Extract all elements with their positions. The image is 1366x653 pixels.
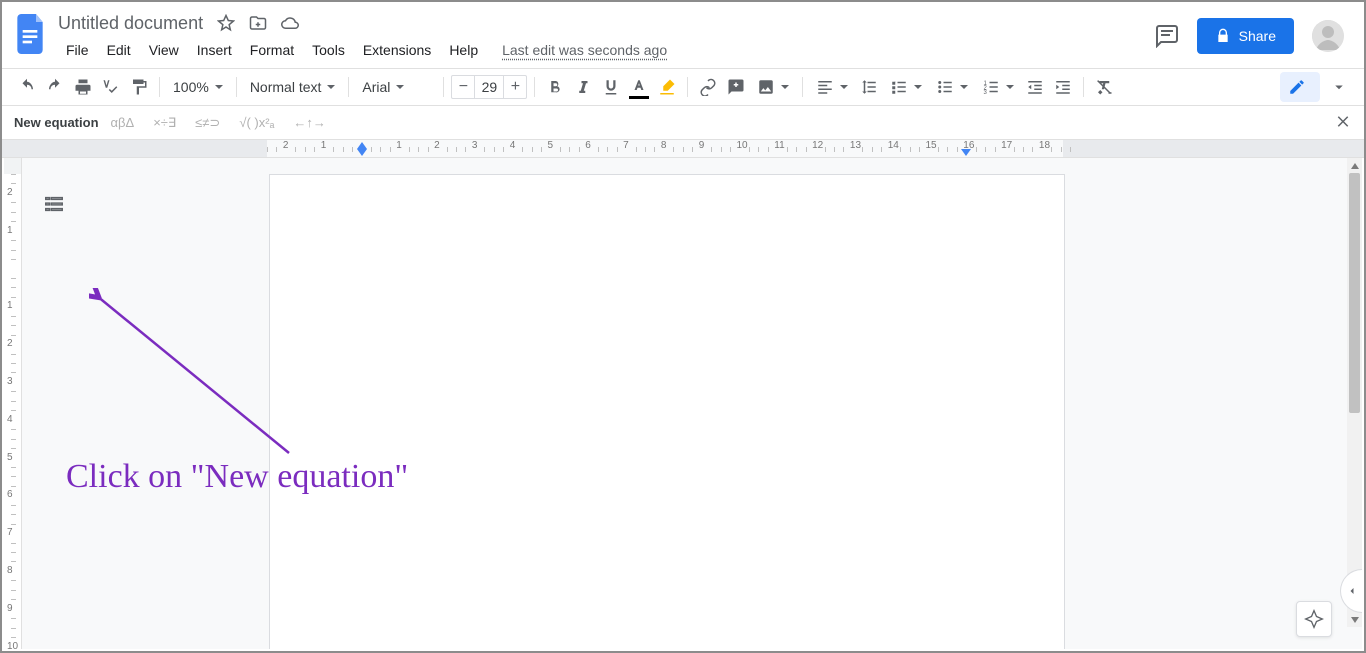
equation-greek-dropdown[interactable]: αβΔ: [107, 113, 142, 132]
show-side-panel-button[interactable]: [1340, 569, 1362, 613]
equation-operators-dropdown[interactable]: ×÷∃: [149, 113, 183, 133]
menu-edit[interactable]: Edit: [99, 38, 139, 62]
add-comment-button[interactable]: [723, 74, 749, 100]
clear-formatting-button[interactable]: [1091, 74, 1117, 100]
horizontal-ruler[interactable]: 21123456789101112131415161718: [2, 140, 1364, 158]
scrollbar-thumb[interactable]: [1349, 173, 1360, 413]
main-toolbar: 100% Normal text Arial − + 123: [2, 68, 1364, 106]
document-page[interactable]: [269, 174, 1065, 649]
decrease-indent-button[interactable]: [1022, 74, 1048, 100]
header-right: Share: [1155, 10, 1352, 54]
document-title[interactable]: Untitled document: [58, 13, 203, 34]
scroll-up-button[interactable]: [1347, 158, 1362, 173]
font-size-increase[interactable]: +: [504, 76, 526, 98]
last-edit-link[interactable]: Last edit was seconds ago: [502, 42, 667, 58]
share-button[interactable]: Share: [1197, 18, 1294, 54]
undo-button[interactable]: [14, 74, 40, 100]
style-value: Normal text: [250, 79, 322, 95]
lock-icon: [1215, 28, 1231, 44]
text-color-button[interactable]: [626, 74, 652, 100]
explore-button[interactable]: [1296, 601, 1332, 637]
font-size-control: − +: [451, 75, 527, 99]
checklist-dropdown[interactable]: [884, 74, 928, 100]
insert-link-button[interactable]: [695, 74, 721, 100]
star-icon[interactable]: [217, 14, 235, 32]
header: Untitled document File Edit View Insert …: [2, 2, 1364, 62]
font-dropdown[interactable]: Arial: [356, 74, 436, 100]
menu-insert[interactable]: Insert: [189, 38, 240, 62]
new-equation-button[interactable]: New equation: [14, 115, 99, 130]
italic-button[interactable]: [570, 74, 596, 100]
show-outline-button[interactable]: [40, 190, 68, 218]
spellcheck-button[interactable]: [98, 74, 124, 100]
zoom-dropdown[interactable]: 100%: [167, 74, 229, 100]
comments-icon[interactable]: [1155, 24, 1179, 48]
paint-format-button[interactable]: [126, 74, 152, 100]
menu-bar: File Edit View Insert Format Tools Exten…: [58, 38, 667, 62]
equation-toolbar: New equation αβΔ ×÷∃ ≤≠⊃ √( )x²ₐ ←↑→: [2, 106, 1364, 140]
svg-text:3: 3: [984, 90, 988, 96]
menu-extensions[interactable]: Extensions: [355, 38, 439, 62]
align-dropdown[interactable]: [810, 74, 854, 100]
highlight-color-button[interactable]: [654, 74, 680, 100]
bulleted-list-dropdown[interactable]: [930, 74, 974, 100]
menu-format[interactable]: Format: [242, 38, 302, 62]
zoom-value: 100%: [173, 79, 209, 95]
docs-logo-icon[interactable]: [14, 10, 50, 58]
equation-relations-dropdown[interactable]: ≤≠⊃: [191, 113, 227, 133]
insert-image-dropdown[interactable]: [751, 74, 795, 100]
account-avatar[interactable]: [1312, 20, 1344, 52]
font-size-input[interactable]: [474, 76, 504, 98]
title-block: Untitled document File Edit View Insert …: [58, 10, 667, 62]
bold-button[interactable]: [542, 74, 568, 100]
editing-mode-dropdown[interactable]: [1280, 72, 1320, 102]
menu-view[interactable]: View: [141, 38, 187, 62]
equation-arrows-dropdown[interactable]: ←↑→: [289, 113, 333, 132]
cloud-status-icon[interactable]: [281, 14, 299, 32]
paragraph-style-dropdown[interactable]: Normal text: [244, 74, 342, 100]
share-label: Share: [1239, 28, 1276, 44]
equation-math-dropdown[interactable]: √( )x²ₐ: [235, 113, 281, 132]
vertical-ruler[interactable]: 2112345678910: [4, 158, 22, 649]
pen-icon: [1288, 78, 1306, 96]
font-value: Arial: [362, 79, 390, 95]
print-button[interactable]: [70, 74, 96, 100]
underline-button[interactable]: [598, 74, 624, 100]
menu-help[interactable]: Help: [441, 38, 486, 62]
line-spacing-button[interactable]: [856, 74, 882, 100]
vertical-scrollbar[interactable]: [1347, 158, 1362, 627]
redo-button[interactable]: [42, 74, 68, 100]
move-folder-icon[interactable]: [249, 14, 267, 32]
menu-file[interactable]: File: [58, 38, 97, 62]
scroll-down-button[interactable]: [1347, 612, 1362, 627]
increase-indent-button[interactable]: [1050, 74, 1076, 100]
document-canvas: 2112345678910 Click on "New equation": [4, 158, 1362, 649]
font-size-decrease[interactable]: −: [452, 76, 474, 98]
numbered-list-dropdown[interactable]: 123: [976, 74, 1020, 100]
collapse-toolbar-button[interactable]: [1326, 74, 1352, 100]
menu-tools[interactable]: Tools: [304, 38, 353, 62]
equation-toolbar-close-button[interactable]: [1334, 112, 1352, 133]
